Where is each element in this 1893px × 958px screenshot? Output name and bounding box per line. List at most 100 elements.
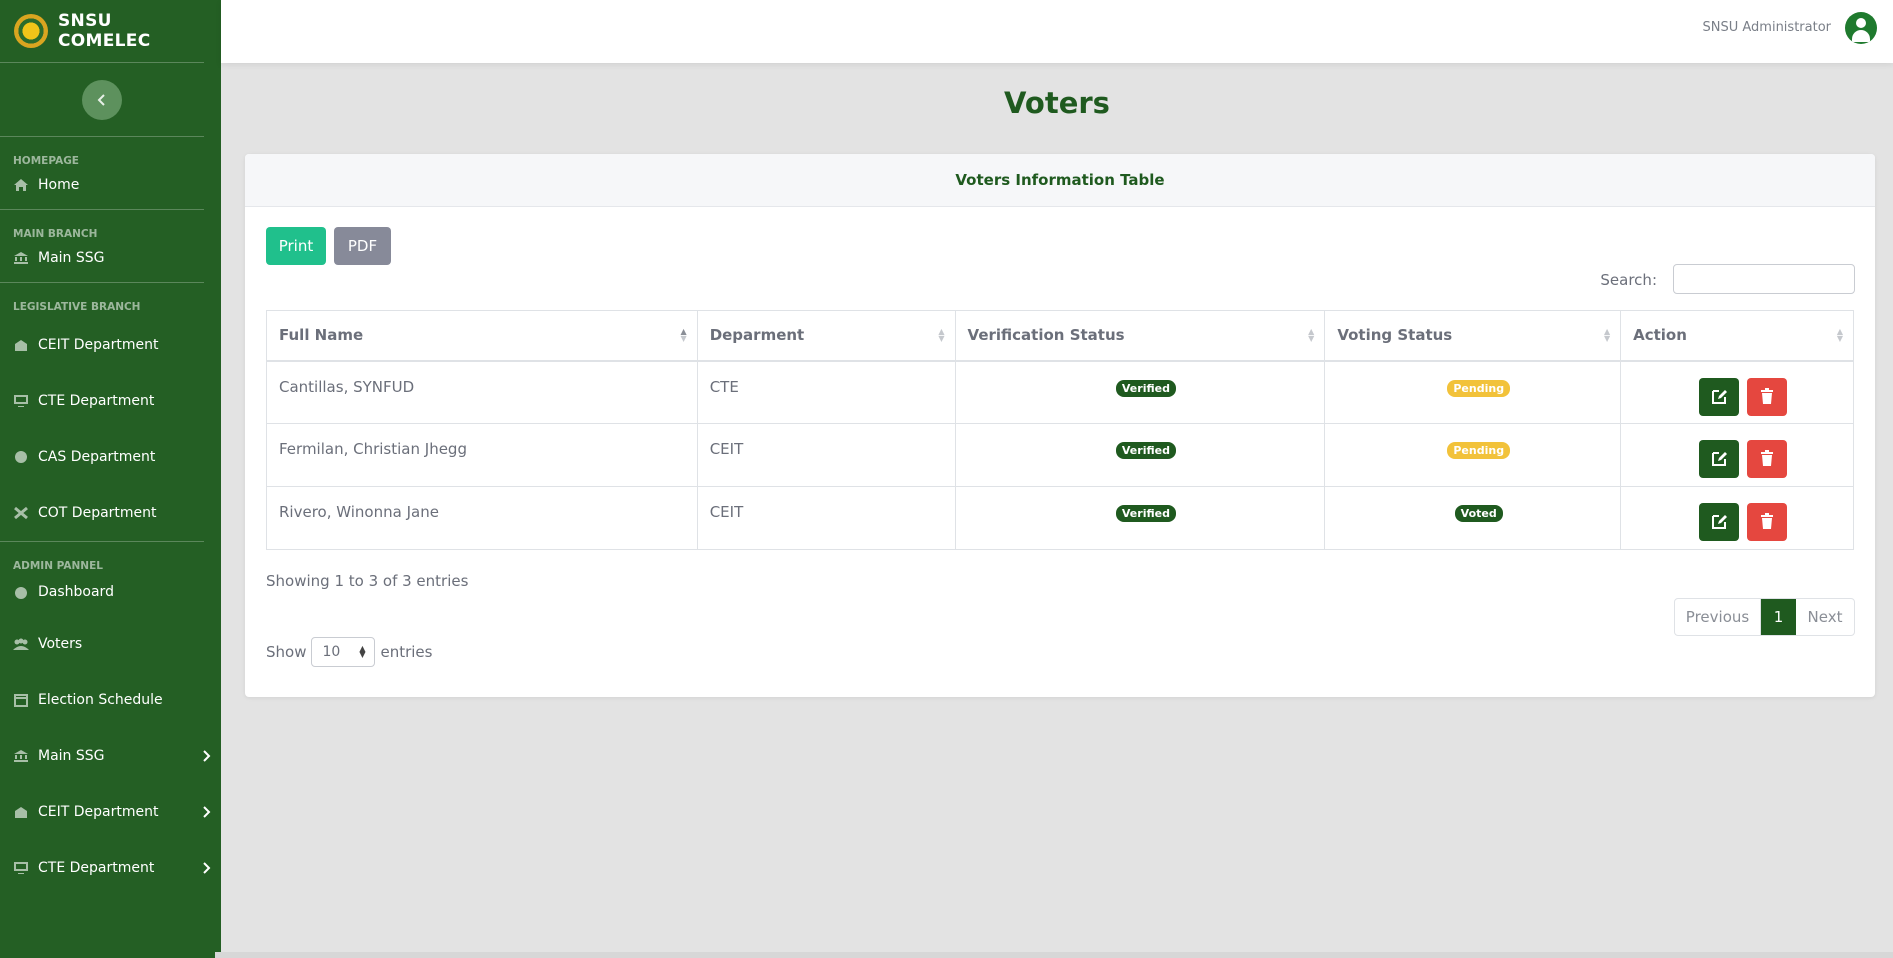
- column-header-verification-status[interactable]: Verification Status ▲ ▼: [954, 310, 1326, 362]
- sidebar-item-cte-menu[interactable]: CTE Department: [13, 840, 211, 896]
- cell-verification-status: Verified: [954, 423, 1326, 487]
- pagination-page-1[interactable]: 1: [1761, 599, 1796, 635]
- edit-button[interactable]: [1699, 440, 1740, 478]
- table-info: Showing 1 to 3 of 3 entries: [266, 572, 469, 590]
- sidebar-item-main-ssg-menu[interactable]: Main SSG: [13, 728, 211, 784]
- edit-icon: [1712, 389, 1728, 404]
- user-name[interactable]: SNSU Administrator: [1703, 20, 1832, 35]
- pagination-next[interactable]: Next: [1796, 599, 1854, 635]
- sidebar-item-election-schedule[interactable]: Election Schedule: [13, 672, 204, 728]
- sort-icon: ▲ ▼: [1836, 327, 1843, 343]
- column-header-label: Action: [1633, 326, 1687, 345]
- sidebar-heading: MAIN BRANCH: [13, 228, 98, 240]
- verified-badge: Verified: [1115, 505, 1176, 522]
- delete-button[interactable]: [1746, 503, 1787, 541]
- cell-verification-status: Verified: [954, 360, 1326, 424]
- user-avatar-icon[interactable]: [1845, 12, 1877, 44]
- cell-full-name: Fermilan, Christian Jhegg: [266, 423, 698, 487]
- column-header-label: Voting Status: [1337, 326, 1453, 345]
- column-header-label: Verification Status: [967, 326, 1125, 345]
- sidebar-item-dashboard[interactable]: Dashboard: [13, 576, 204, 616]
- delete-button[interactable]: [1746, 377, 1787, 416]
- chevron-right-icon: [203, 862, 211, 874]
- card-title: Voters Information Table: [245, 154, 1875, 207]
- sidebar-item-ceit[interactable]: CEIT Department: [13, 317, 204, 373]
- cell-actions: [1620, 486, 1854, 550]
- trash-icon: [1760, 450, 1773, 466]
- sidebar-collapse-button[interactable]: [82, 79, 122, 120]
- voted-badge: Voted: [1454, 505, 1503, 522]
- cell-actions: [1620, 360, 1854, 424]
- table-row: Rivero, Winonna Jane CEIT Verified Voted: [266, 486, 1854, 550]
- pdf-button[interactable]: PDF: [334, 227, 391, 265]
- cell-department: CTE: [696, 360, 956, 424]
- topbar: SNSU Administrator: [221, 0, 1893, 63]
- column-header-full-name[interactable]: Full Name ▲ ▼: [266, 310, 698, 362]
- sidebar-item-home[interactable]: Home: [13, 171, 204, 209]
- sidebar-item-label: CEIT Department: [38, 337, 159, 353]
- column-header-label: Deparment: [709, 326, 805, 345]
- voters-table: Full Name ▲ ▼ Deparment ▲ ▼ Verification S…: [266, 310, 1854, 550]
- cell-voting-status: Pending: [1324, 423, 1622, 487]
- chalkboard-icon: [14, 395, 28, 407]
- column-header-voting-status[interactable]: Voting Status ▲ ▼: [1324, 310, 1622, 362]
- landmark-icon: [14, 252, 28, 264]
- column-header-label: Full Name: [279, 326, 364, 345]
- cell-voting-status: Pending: [1324, 360, 1622, 424]
- select-caret-icon: ▲ ▼: [359, 644, 366, 659]
- sidebar-section-main-branch: MAIN BRANCH Main SSG: [0, 210, 204, 283]
- brand[interactable]: SNSU COMELEC: [0, 0, 204, 63]
- sidebar-item-label: CTE Department: [38, 393, 155, 409]
- avatar-head: [1856, 18, 1866, 28]
- chevron-right-icon: [203, 806, 211, 818]
- chevron-right-icon: [203, 750, 211, 762]
- pending-badge: Pending: [1447, 379, 1511, 397]
- search-input[interactable]: [1673, 264, 1855, 294]
- sidebar-item-cte[interactable]: CTE Department: [13, 373, 204, 429]
- sort-icon: ▲ ▼: [938, 327, 945, 343]
- pagination-previous[interactable]: Previous: [1675, 599, 1761, 635]
- entries-select-value: 10: [322, 644, 341, 660]
- edit-icon: [1712, 452, 1728, 466]
- sort-icon: ▲ ▼: [1603, 327, 1611, 343]
- sidebar-item-ceit-menu[interactable]: CEIT Department: [13, 784, 211, 840]
- trash-icon: [1760, 513, 1773, 529]
- print-button[interactable]: Print: [266, 227, 326, 265]
- table-row: Cantillas, SYNFUD CTE Verified Pending: [266, 360, 1854, 424]
- sidebar-item-cot[interactable]: COT Department: [13, 485, 204, 541]
- snsu-seal-logo-icon: [14, 14, 48, 48]
- search-label: Search:: [1600, 271, 1657, 289]
- show-label: Show: [266, 643, 307, 661]
- edit-button[interactable]: [1699, 377, 1740, 416]
- edit-button[interactable]: [1699, 503, 1740, 541]
- sidebar-item-main-ssg[interactable]: Main SSG: [13, 244, 204, 282]
- table-header-row: Full Name ▲ ▼ Deparment ▲ ▼ Verification S…: [266, 310, 1854, 362]
- entries-label: entries: [380, 643, 433, 661]
- entries-select[interactable]: 10 ▲ ▼: [311, 637, 376, 667]
- delete-button[interactable]: [1746, 440, 1787, 478]
- sidebar-item-voters[interactable]: Voters: [13, 616, 204, 672]
- horizontal-scrollbar[interactable]: [215, 952, 1893, 958]
- cell-actions: [1620, 423, 1854, 487]
- building-icon: [15, 807, 27, 818]
- sidebar-toggle-area: [0, 63, 204, 137]
- table-row: Fermilan, Christian Jhegg CEIT Verified …: [266, 423, 1854, 487]
- brand-name: SNSU COMELEC: [58, 11, 151, 51]
- sidebar-heading: LEGISLATIVE BRANCH: [13, 301, 141, 313]
- sort-icon: ▲ ▼: [1308, 327, 1315, 343]
- sidebar-item-label: CEIT Department: [38, 804, 159, 820]
- cell-verification-status: Verified: [954, 486, 1326, 550]
- sidebar-item-cas[interactable]: CAS Department: [13, 429, 204, 485]
- sidebar-item-label: Voters: [38, 636, 83, 652]
- verified-badge: Verified: [1115, 379, 1176, 397]
- tools-icon: [14, 506, 28, 520]
- gauge-icon: [15, 587, 27, 599]
- column-header-action[interactable]: Action ▲ ▼: [1620, 310, 1854, 362]
- sidebar-section-homepage: HOMEPAGE Home: [0, 137, 204, 210]
- sidebar-item-label: Home: [38, 177, 80, 193]
- column-header-department[interactable]: Deparment ▲ ▼: [696, 310, 956, 362]
- pending-badge: Pending: [1447, 442, 1511, 459]
- sidebar-section-legislative: LEGISLATIVE BRANCH CEIT Department CTE D…: [0, 283, 204, 542]
- chalkboard-icon: [14, 862, 28, 874]
- voters-card: Voters Information Table Print PDF Searc…: [245, 154, 1875, 697]
